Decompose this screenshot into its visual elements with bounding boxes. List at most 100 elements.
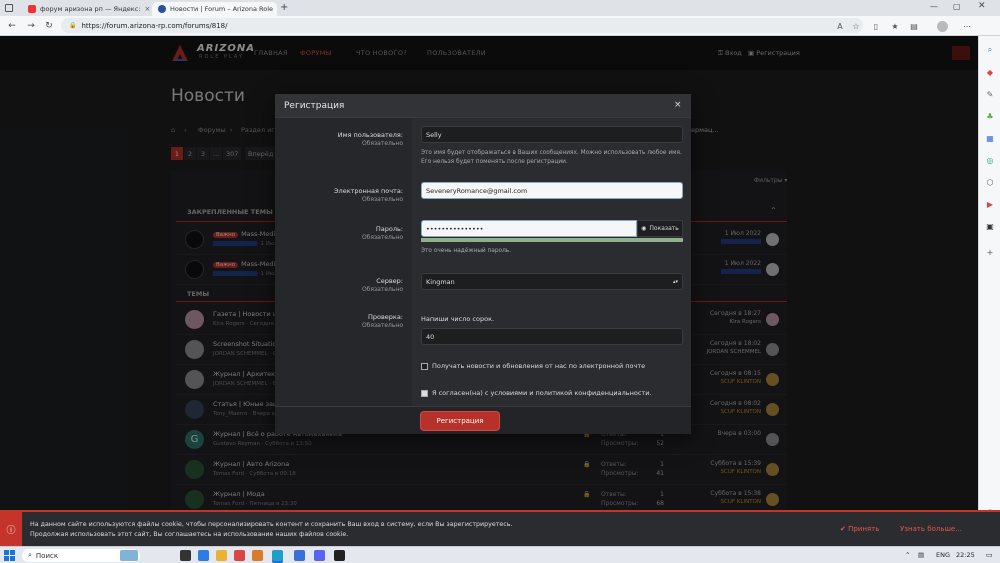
- add-icon[interactable]: +: [984, 246, 996, 258]
- required-note: Обязательно: [361, 322, 403, 329]
- terms-checkbox-checked-icon[interactable]: [421, 389, 428, 397]
- widget-icon[interactable]: [120, 550, 138, 561]
- show-password-button[interactable]: ◉ Показать: [637, 220, 683, 237]
- extension-icon[interactable]: ⬡: [984, 176, 996, 188]
- server-select[interactable]: Kingman ▴▾: [421, 273, 683, 290]
- search-icon: ⌕: [28, 551, 32, 559]
- windows-taskbar: ⌕ Поиск ⌃ ▤ ENG 22:25 ▭: [0, 546, 1000, 563]
- password-strength-text: Это очень надёжный пароль.: [421, 248, 512, 254]
- tools-icon[interactable]: ✎: [984, 88, 996, 100]
- favorites-icon[interactable]: ★: [888, 19, 902, 33]
- password-strength-meter: [421, 238, 683, 242]
- notification-icon[interactable]: ▭: [986, 551, 993, 559]
- terms-checkbox-row[interactable]: Я согласен(на) с условиями и политикой к…: [421, 389, 652, 397]
- dialog-footer: Регистрация: [275, 406, 691, 434]
- required-note: Обязательно: [361, 196, 403, 203]
- outlook-icon[interactable]: ◎: [984, 154, 996, 166]
- task-view-icon[interactable]: [180, 550, 191, 561]
- games-icon[interactable]: ♣: [984, 110, 996, 122]
- required-note: Обязательно: [361, 234, 403, 241]
- newsletter-checkbox[interactable]: [421, 362, 428, 370]
- tab-actions-icon[interactable]: [5, 4, 13, 12]
- lock-icon: 🔒: [69, 22, 77, 29]
- select-arrows-icon: ▴▾: [672, 278, 678, 285]
- info-icon: ⓘ: [0, 512, 22, 546]
- game-icon[interactable]: [334, 550, 345, 561]
- profile-avatar[interactable]: [935, 19, 949, 33]
- folder-icon[interactable]: [216, 550, 227, 561]
- email-input[interactable]: SeveneryRomance@gmail.com: [421, 182, 683, 199]
- dialog-title: Регистрация: [284, 101, 345, 111]
- address-bar[interactable]: 🔒 https://forum.arizona-rp.com/forums/81…: [61, 18, 863, 33]
- split-screen-icon[interactable]: ▯: [869, 19, 883, 33]
- close-icon[interactable]: ×: [674, 100, 682, 110]
- reload-icon[interactable]: ↻: [42, 19, 56, 33]
- captcha-label: Проверка:: [367, 313, 403, 321]
- explorer-icon[interactable]: [198, 550, 209, 561]
- language-indicator[interactable]: ENG: [936, 551, 950, 559]
- required-note: Обязательно: [361, 286, 403, 293]
- email-label: Электронная почта:: [334, 187, 403, 195]
- edge-sidebar: ⌕ ◆ ✎ ♣ ▦ ◎ ⬡ ▶ ▣ + ⚙: [978, 36, 1000, 546]
- check-circle-icon: ✔: [840, 525, 849, 533]
- newsletter-checkbox-row[interactable]: Получать новости и обновления от нас по …: [421, 362, 645, 370]
- more-menu-icon[interactable]: ⋯: [960, 19, 974, 33]
- window-close-icon[interactable]: ✕: [978, 1, 986, 11]
- windows-start-icon[interactable]: [4, 550, 15, 561]
- tab-yandex[interactable]: форум аризона рп — Яндекс: ×: [22, 2, 152, 16]
- show-password-label: Показать: [649, 225, 679, 232]
- dialog-header: Регистрация ×: [275, 94, 691, 118]
- accept-cookies-button[interactable]: ✔ Принять: [840, 525, 879, 533]
- newsletter-label: Получать новости и обновления от нас по …: [432, 362, 646, 370]
- new-tab-button[interactable]: +: [280, 2, 288, 13]
- url-text: https://forum.arizona-rp.com/forums/818/: [81, 21, 228, 30]
- server-label: Сервер:: [376, 277, 403, 285]
- edge-icon[interactable]: [272, 550, 283, 561]
- yandex-browser-icon[interactable]: [234, 550, 245, 561]
- maximize-icon[interactable]: ▢: [953, 2, 961, 11]
- required-note: Обязательно: [361, 140, 403, 147]
- registration-dialog: Регистрация × Имя пользователя: Обязател…: [275, 94, 691, 434]
- web-page: ARIZONA ROLE PLAY ГЛАВНАЯ ФОРУМЫ ЧТО НОВ…: [0, 36, 978, 510]
- office-icon[interactable]: ▦: [984, 132, 996, 144]
- forum-favicon-icon: [158, 5, 166, 13]
- app-icon[interactable]: [294, 550, 305, 561]
- minimize-icon[interactable]: —: [930, 2, 938, 11]
- yandex-favicon-icon: [28, 5, 36, 13]
- username-input[interactable]: Selly: [421, 126, 683, 143]
- reader-icon[interactable]: A: [833, 19, 847, 33]
- register-submit-button[interactable]: Регистрация: [421, 412, 499, 430]
- username-hint: Это имя будет отображаться в Ваших сообщ…: [421, 150, 682, 165]
- password-label: Пароль:: [375, 225, 403, 233]
- accept-label: Принять: [848, 525, 880, 533]
- captcha-question: Напиши число сорок.: [421, 315, 495, 323]
- app-icon[interactable]: [252, 550, 263, 561]
- tab-forum[interactable]: Новости | Forum – Arizona Role ×: [152, 2, 277, 16]
- captcha-input[interactable]: 40: [421, 328, 683, 345]
- cookie-text-line1: На данном сайте используются файлы cooki…: [30, 521, 513, 528]
- tab-title: Новости | Forum – Arizona Role: [170, 5, 274, 13]
- cookie-text-line2: Продолжая использовать этот сайт, Вы сог…: [30, 531, 349, 538]
- favorite-star-icon[interactable]: ☆: [849, 19, 863, 33]
- cookie-banner: ⓘ На данном сайте используются файлы coo…: [0, 510, 1000, 546]
- search-icon[interactable]: ⌕: [984, 44, 996, 56]
- media-icon[interactable]: ▶: [984, 198, 996, 210]
- eye-icon: ◉: [641, 225, 647, 232]
- password-input[interactable]: •••••••••••••••: [421, 220, 637, 237]
- server-selected-value: Kingman: [426, 277, 455, 286]
- tray-chevron-icon[interactable]: ⌃: [905, 551, 910, 559]
- labels-column: [275, 118, 412, 406]
- clock[interactable]: 22:25: [956, 551, 975, 559]
- reading-icon[interactable]: ▣: [984, 220, 996, 232]
- back-arrow-icon[interactable]: ←: [5, 19, 19, 33]
- forward-arrow-icon[interactable]: →: [24, 19, 38, 33]
- collections-icon[interactable]: ▤: [907, 19, 921, 33]
- shopping-icon[interactable]: ◆: [984, 66, 996, 78]
- terms-label: Я согласен(на) с условиями и политикой к…: [432, 389, 652, 397]
- discord-icon[interactable]: [314, 550, 325, 561]
- tab-title: форум аризона рп — Яндекс:: [40, 5, 141, 13]
- browser-tab-bar: форум аризона рп — Яндекс: × Новости | F…: [0, 0, 1000, 16]
- tab-close-icon[interactable]: ×: [145, 5, 151, 13]
- learn-more-link[interactable]: Узнать больше...: [900, 525, 962, 533]
- network-icon[interactable]: ▤: [918, 551, 924, 559]
